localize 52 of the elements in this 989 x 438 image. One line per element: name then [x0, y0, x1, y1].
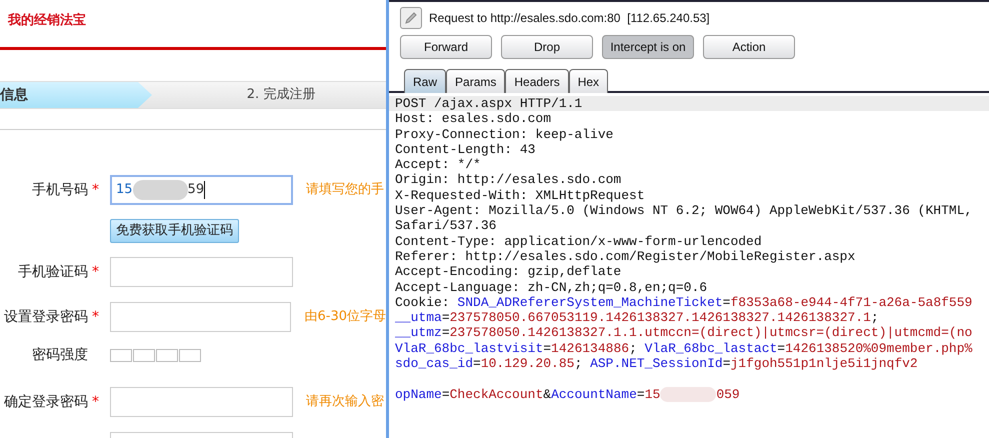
hint-text: 请填写您的手	[306, 181, 384, 200]
input-field[interactable]	[110, 302, 292, 332]
required-mark: *	[92, 308, 99, 326]
proxy-button[interactable]: Forward	[400, 35, 492, 59]
request-line: Referer: http://esales.sdo.com/Register/MobileRegister.aspx	[394, 248, 856, 264]
site-title: 我的经销法宝	[8, 13, 86, 28]
request-line: Accept: */*	[394, 157, 482, 172]
request-line: Accept-Language: zh-CN,zh;q=0.8,en;q=0.6	[394, 280, 708, 295]
redaction-blur	[660, 386, 716, 402]
proxy-button[interactable]: Intercept is on	[602, 35, 694, 59]
field-label: 手机号码	[32, 180, 88, 200]
request-line: Content-Type: application/x-www-form-urlencoded	[394, 234, 763, 249]
request-line: Proxy-Connection: keep-alive	[394, 126, 614, 142]
request-line: __utma=237578050.667053119.1426138327.1426138327.1426138327.1;	[394, 310, 880, 326]
field-label: 设置登录密码	[4, 308, 88, 326]
pencil-icon	[404, 11, 418, 25]
request-line: VlaR_68bc_lastvisit=1426134886; VlaR_68bc_lastact=1426138520%09member.php%	[394, 340, 974, 356]
required-mark: *	[92, 262, 99, 282]
field-label: 手机验证码	[18, 262, 88, 282]
view-tab[interactable]: Headers	[505, 69, 569, 93]
request-line: Accept-Encoding: gzip,deflate	[394, 264, 622, 280]
request-line: Content-Length: 43	[394, 142, 536, 158]
request-line: Origin: http://esales.sdo.com	[394, 172, 622, 188]
hint-text: 由6-30位字母	[304, 308, 386, 326]
field-value: 15	[116, 181, 133, 200]
request-line: X-Requested-With: XMLHttpRequest	[394, 188, 646, 204]
get-code-button[interactable]: 免费获取手机验证码	[110, 219, 239, 243]
input-field[interactable]	[110, 257, 293, 287]
request-line: Host: esales.sdo.com	[394, 111, 552, 127]
request-line: __utmz=237578050.1426138327.1.1.utmccn=(direct)|utmcsr=(direct)|utmcmd=(no	[394, 325, 974, 341]
request-line: opName=CheckAccount&AccountName=15 059	[394, 386, 741, 402]
request-label: Request to http://esales.sdo.com:80 [112.65.240.53]	[429, 10, 710, 27]
edit-pencil-button[interactable]	[400, 7, 422, 29]
required-mark: *	[92, 392, 99, 412]
request-line: User-Agent: Mozilla/5.0 (Windows NT 6.2; WOW64) AppleWebKit/537.36 (KHTML,	[394, 203, 974, 218]
view-tab[interactable]: Raw	[404, 69, 446, 93]
field-value: 59	[188, 181, 204, 200]
request-line: Cookie: SNDA_ADRefererSystem_MachineTicket=f8353a68-e944-4f71-a26a-5a8f559	[394, 294, 974, 310]
proxy-button[interactable]: Action	[703, 35, 795, 59]
view-tab[interactable]: Hex	[568, 69, 608, 93]
text-cursor	[204, 181, 206, 199]
field-label: 确定登录密码	[4, 392, 88, 412]
field-label: 密码强度	[32, 346, 88, 364]
input-field[interactable]: 15 59	[110, 175, 293, 205]
request-line: sdo_cas_id=10.129.20.85; ASP.NET_SessionId=j1fgoh551p1nlje5i1jnqfv2	[394, 356, 919, 372]
request-line: Safari/537.36	[394, 218, 498, 234]
input-field[interactable]	[110, 387, 293, 417]
step-label: 2. 完成注册	[246, 86, 316, 104]
required-mark: *	[92, 180, 99, 200]
hint-text: 请再次输入密	[306, 393, 384, 412]
view-tab[interactable]: Params	[446, 69, 506, 93]
proxy-button[interactable]: Drop	[501, 35, 593, 59]
